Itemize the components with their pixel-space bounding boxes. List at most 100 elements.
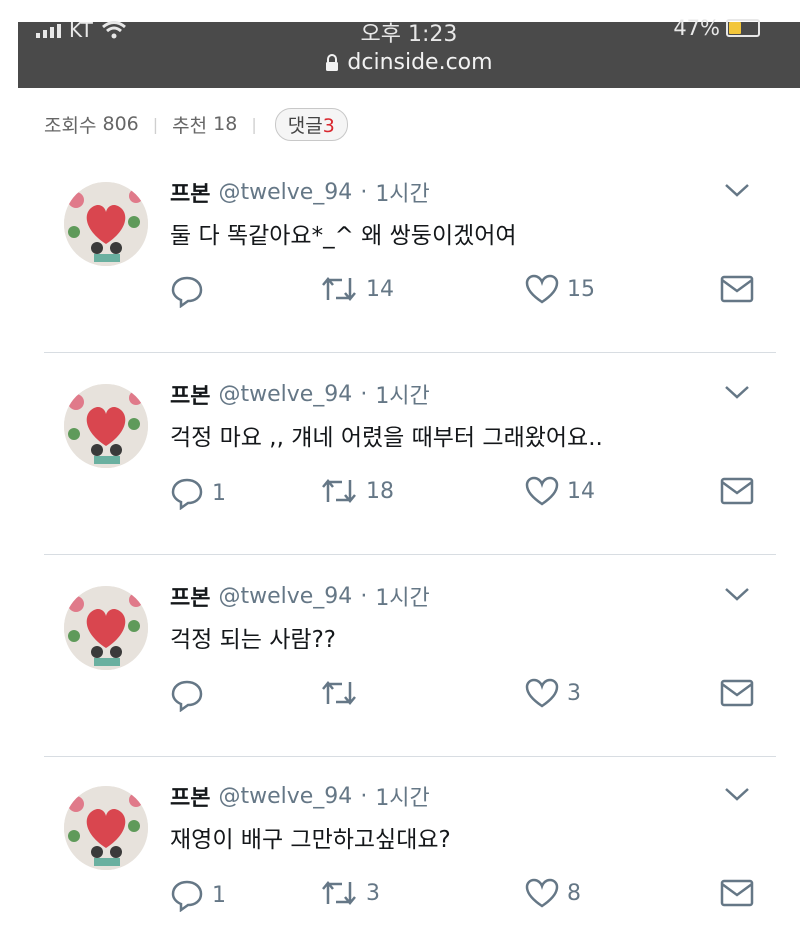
tweet-header: 프본 @twelve_94 · 1시간 xyxy=(170,780,430,812)
user-handle[interactable]: @twelve_94 xyxy=(218,180,352,205)
tweet-time[interactable]: 1시간 xyxy=(375,580,429,612)
tweet-card[interactable]: 프본 @twelve_94 · 1시간 둘 다 똑같아요*_^ 왜 쌍둥이겠어여… xyxy=(44,158,776,348)
like-count: 8 xyxy=(567,880,581,906)
heart-icon xyxy=(525,274,559,304)
retweet-icon xyxy=(322,277,356,301)
display-name[interactable]: 프본 xyxy=(170,378,210,410)
reply-icon xyxy=(171,276,203,308)
tweet-header: 프본 @twelve_94 · 1시간 xyxy=(170,176,430,208)
like-count: 15 xyxy=(567,276,595,302)
avatar-image xyxy=(64,786,148,870)
mail-icon xyxy=(720,679,754,707)
reply-count: 1 xyxy=(212,480,226,506)
heart-icon xyxy=(525,678,559,708)
direct-message-button[interactable] xyxy=(720,678,754,708)
lock-icon xyxy=(326,54,339,71)
like-button[interactable]: 8 xyxy=(525,878,581,908)
like-button[interactable]: 3 xyxy=(525,678,581,708)
reply-icon xyxy=(171,478,203,510)
display-name[interactable]: 프본 xyxy=(170,580,210,612)
chevron-down-icon[interactable] xyxy=(724,586,750,602)
meta-divider: | xyxy=(152,114,159,134)
tweet-header: 프본 @twelve_94 · 1시간 xyxy=(170,580,430,612)
url-text: dcinside.com xyxy=(347,50,493,75)
separator-dot: · xyxy=(360,783,368,809)
heart-icon xyxy=(525,476,559,506)
separator-dot: · xyxy=(360,179,368,205)
recommend-count: 18 xyxy=(213,113,238,135)
avatar[interactable] xyxy=(64,384,148,468)
mail-icon xyxy=(720,275,754,303)
like-button[interactable]: 14 xyxy=(525,476,595,506)
reply-button[interactable]: 1 xyxy=(170,476,226,510)
user-handle[interactable]: @twelve_94 xyxy=(218,584,352,609)
tweet-actions: 1 3 8 xyxy=(170,878,776,918)
recommend-label: 추천 xyxy=(172,114,208,137)
retweet-count: 14 xyxy=(366,276,394,302)
retweet-icon xyxy=(322,681,356,705)
tweet-text: 걱정 마요 ,, 걔네 어렸을 때부터 그래왔어요.. xyxy=(170,425,603,451)
tweet-time[interactable]: 1시간 xyxy=(375,780,429,812)
reply-count: 1 xyxy=(212,882,226,908)
separator-dot: · xyxy=(360,583,368,609)
mail-icon xyxy=(720,477,754,505)
tweet-actions: 1 18 14 xyxy=(170,476,776,516)
tweet-time[interactable]: 1시간 xyxy=(375,176,429,208)
battery-icon xyxy=(726,19,760,37)
chevron-down-icon[interactable] xyxy=(724,786,750,802)
comments-label: 댓글 xyxy=(287,114,323,137)
tweet-header: 프본 @twelve_94 · 1시간 xyxy=(170,378,430,410)
direct-message-button[interactable] xyxy=(720,274,754,304)
avatar[interactable] xyxy=(64,182,148,266)
display-name[interactable]: 프본 xyxy=(170,780,210,812)
meta-divider: | xyxy=(251,114,257,134)
tweet-actions: 14 15 xyxy=(170,274,776,314)
views-label: 조회수 xyxy=(44,114,97,137)
tweet-card[interactable]: 프본 @twelve_94 · 1시간 재영이 배구 그만하고싶대요? 1 3 … xyxy=(44,762,776,949)
reply-button[interactable] xyxy=(170,678,212,712)
tweet-text: 둘 다 똑같아요*_^ 왜 쌍둥이겠어여 xyxy=(170,223,517,249)
retweet-button[interactable]: 14 xyxy=(320,274,394,304)
separator-dot: · xyxy=(360,381,368,407)
retweet-count: 18 xyxy=(366,478,394,504)
reply-icon xyxy=(171,680,203,712)
retweet-icon xyxy=(322,479,356,503)
direct-message-button[interactable] xyxy=(720,878,754,908)
comments-count: 3 xyxy=(322,114,335,137)
avatar[interactable] xyxy=(64,586,148,670)
tweet-actions: 3 xyxy=(170,678,776,718)
status-right: 47% xyxy=(673,16,760,40)
chevron-down-icon[interactable] xyxy=(724,182,750,198)
reply-icon xyxy=(171,880,203,912)
tweet-divider xyxy=(44,352,776,353)
comments-button[interactable]: 댓글3 xyxy=(274,107,348,141)
heart-icon xyxy=(525,878,559,908)
user-handle[interactable]: @twelve_94 xyxy=(218,382,352,407)
display-name[interactable]: 프본 xyxy=(170,176,210,208)
avatar-image xyxy=(64,384,148,468)
retweet-button[interactable] xyxy=(320,678,366,708)
post-meta: 조회수 806 | 추천 18 | 댓글3 xyxy=(44,107,348,141)
like-button[interactable]: 15 xyxy=(525,274,595,304)
mail-icon xyxy=(720,879,754,907)
chevron-down-icon[interactable] xyxy=(724,384,750,400)
browser-status-bar: KT 오후 1:23 47% dcinside.com xyxy=(18,16,800,88)
tweet-card[interactable]: 프본 @twelve_94 · 1시간 걱정 되는 사람?? 3 xyxy=(44,562,776,752)
avatar[interactable] xyxy=(64,786,148,870)
reply-button[interactable]: 1 xyxy=(170,878,226,912)
retweet-button[interactable]: 18 xyxy=(320,476,394,506)
address-bar[interactable]: dcinside.com xyxy=(18,50,800,75)
tweet-time[interactable]: 1시간 xyxy=(375,378,429,410)
direct-message-button[interactable] xyxy=(720,476,754,506)
avatar-image xyxy=(64,586,148,670)
avatar-image xyxy=(64,182,148,266)
views-count: 806 xyxy=(102,113,139,135)
retweet-button[interactable]: 3 xyxy=(320,878,380,908)
reply-button[interactable] xyxy=(170,274,212,308)
battery-percent: 47% xyxy=(673,16,720,40)
tweet-divider xyxy=(44,756,776,757)
tweet-text: 걱정 되는 사람?? xyxy=(170,627,336,653)
like-count: 3 xyxy=(567,680,581,706)
tweet-card[interactable]: 프본 @twelve_94 · 1시간 걱정 마요 ,, 걔네 어렸을 때부터 … xyxy=(44,360,776,550)
user-handle[interactable]: @twelve_94 xyxy=(218,784,352,809)
